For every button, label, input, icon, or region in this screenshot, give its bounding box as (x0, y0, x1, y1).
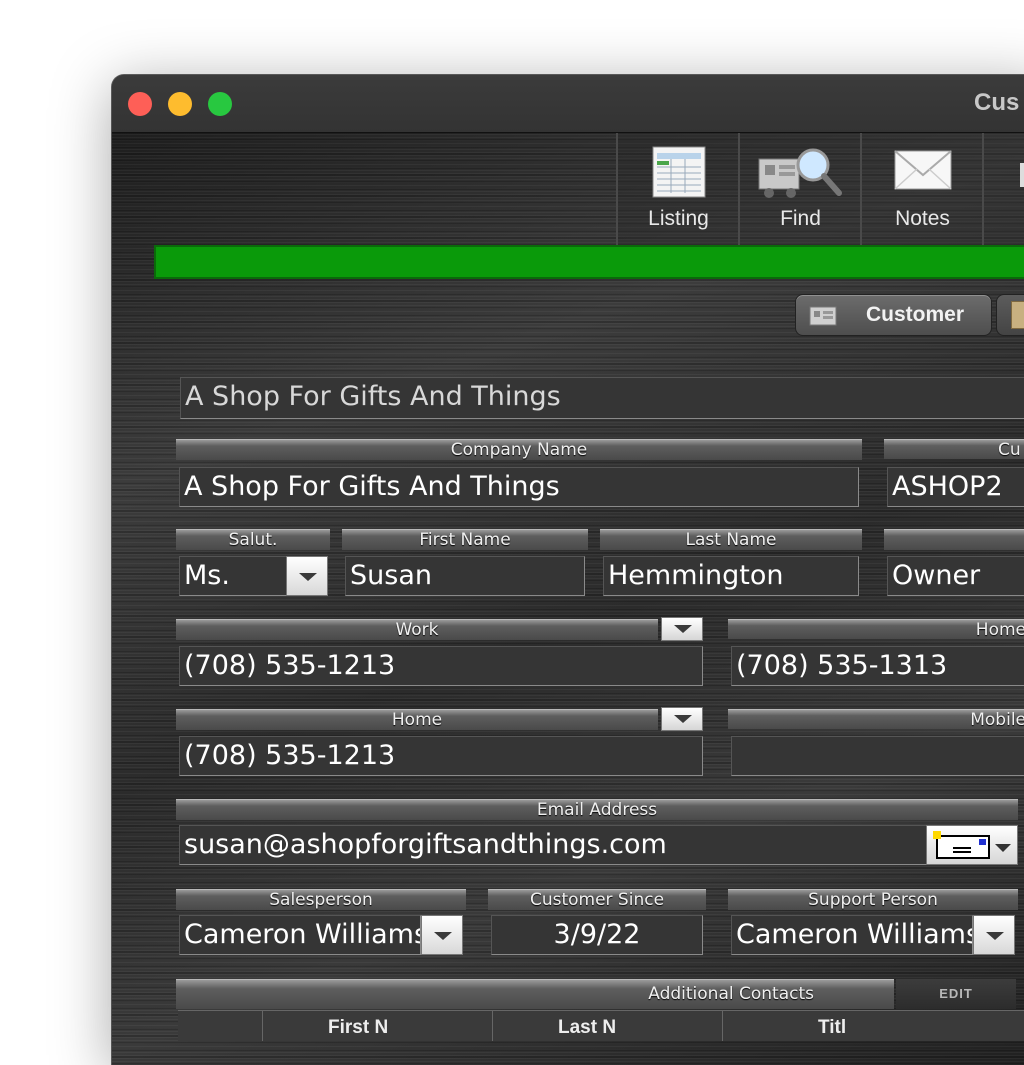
find-icon (755, 145, 847, 207)
company-name-field[interactable]: A Shop For Gifts And Things (179, 467, 859, 507)
app-window: Cus Listing Find Notes Customer A Shop F… (112, 75, 1024, 1065)
toolbar-partial-icon (1020, 163, 1024, 187)
find-button[interactable]: Find (738, 133, 861, 245)
phone3-field[interactable]: (708) 535-1213 (179, 736, 703, 776)
window-title: Cus (974, 89, 1020, 116)
email-field[interactable]: susan@ashopforgiftsandthings.com (179, 825, 927, 865)
customer-id-label: Cu (884, 439, 1024, 459)
company-name-label: Company Name (176, 439, 862, 460)
support-person-dropdown-button[interactable] (973, 915, 1015, 955)
first-name-label: First Name (342, 529, 588, 550)
phone4-field[interactable] (731, 736, 1024, 776)
display-name-field: A Shop For Gifts And Things (180, 377, 1024, 419)
phone1-field[interactable]: (708) 535-1213 (179, 646, 703, 686)
col-first-name[interactable]: First N (328, 1017, 388, 1039)
last-name-field[interactable]: Hemmington (603, 556, 859, 596)
phone2-label: Home (728, 619, 1024, 639)
contacts-table-header: First N Last N Titl (178, 1010, 1024, 1041)
col-last-name[interactable]: Last N (558, 1017, 616, 1039)
folder-icon (1011, 301, 1024, 329)
zoom-window-button[interactable] (208, 92, 232, 116)
first-name-field[interactable]: Susan (345, 556, 585, 596)
title-field[interactable]: Owner (887, 556, 1024, 596)
support-person-field[interactable]: Cameron Williams (731, 915, 973, 955)
last-name-label: Last Name (600, 529, 862, 550)
title-bar: Cus (112, 75, 1024, 133)
customer-icon (809, 306, 837, 326)
salesperson-dropdown-button[interactable] (421, 915, 463, 955)
salutation-label: Salut. (176, 529, 330, 550)
envelope-icon (933, 831, 1011, 859)
email-label: Email Address (176, 799, 1018, 820)
salesperson-label: Salesperson (176, 889, 466, 910)
edit-contacts-button[interactable]: EDIT (896, 979, 1016, 1009)
phone4-label: Mobile (728, 709, 1024, 729)
additional-contacts-label: Additional Contacts (176, 979, 894, 1009)
phone1-type-dropdown[interactable] (661, 617, 703, 641)
support-person-label: Support Person (728, 889, 1018, 910)
customer-since-label: Customer Since (488, 889, 706, 910)
listing-icon (651, 145, 707, 203)
col-title[interactable]: Titl (818, 1017, 846, 1039)
customer-since-field[interactable]: 3/9/22 (491, 915, 703, 955)
salutation-field[interactable]: Ms. (179, 556, 287, 596)
phone1-label: Work (176, 619, 658, 640)
phone3-label: Home (176, 709, 658, 730)
phone2-field[interactable]: (708) 535-1313 (731, 646, 1024, 686)
main-content: Listing Find Notes Customer A Shop For G… (112, 133, 1024, 1065)
title-label-bar (884, 529, 1024, 550)
toolbar-button-partial[interactable] (982, 133, 1024, 245)
progress-bar (154, 245, 1024, 279)
customer-tab[interactable]: Customer (795, 294, 992, 336)
customer-tab-label: Customer (866, 303, 965, 326)
listing-button[interactable]: Listing (616, 133, 739, 245)
salutation-dropdown-button[interactable] (286, 556, 328, 596)
col-divider (722, 1011, 723, 1041)
salesperson-field[interactable]: Cameron Williams (179, 915, 421, 955)
email-send-button[interactable] (926, 825, 1018, 865)
notes-button[interactable]: Notes (860, 133, 983, 245)
col-divider (262, 1011, 263, 1041)
close-window-button[interactable] (128, 92, 152, 116)
listing-label: Listing (648, 207, 709, 230)
phone3-type-dropdown[interactable] (661, 707, 703, 731)
customer-id-field[interactable]: ASHOP2 (887, 467, 1024, 507)
find-label: Find (780, 207, 821, 230)
notes-label: Notes (895, 207, 950, 230)
next-tab[interactable] (996, 294, 1024, 336)
minimize-window-button[interactable] (168, 92, 192, 116)
col-divider (492, 1011, 493, 1041)
notes-icon (893, 145, 953, 199)
